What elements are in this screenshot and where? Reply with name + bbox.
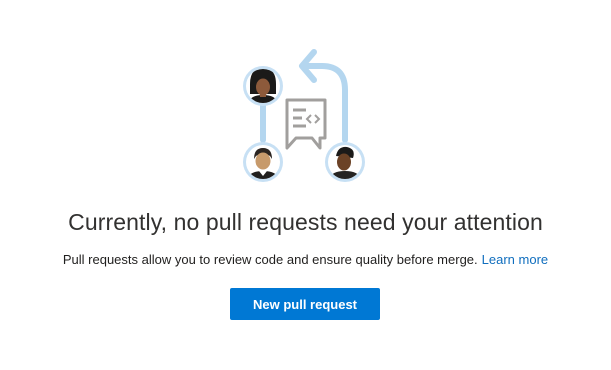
pull-requests-empty-state: Currently, no pull requests need your at…: [0, 0, 611, 370]
description-text: Pull requests allow you to review code a…: [62, 252, 478, 267]
avatar-bottom-right: [325, 142, 365, 182]
avatar-bottom-left: [243, 142, 283, 182]
pull-request-people-illustration: [243, 49, 365, 182]
empty-state-description: Pull requests allow you to review code a…: [0, 251, 611, 269]
empty-state-headline: Currently, no pull requests need your at…: [68, 209, 543, 235]
avatar-top-left: [243, 66, 283, 106]
code-review-document-icon: [285, 98, 327, 150]
new-pull-request-button[interactable]: New pull request: [230, 288, 380, 320]
learn-more-link[interactable]: Learn more: [482, 252, 548, 267]
